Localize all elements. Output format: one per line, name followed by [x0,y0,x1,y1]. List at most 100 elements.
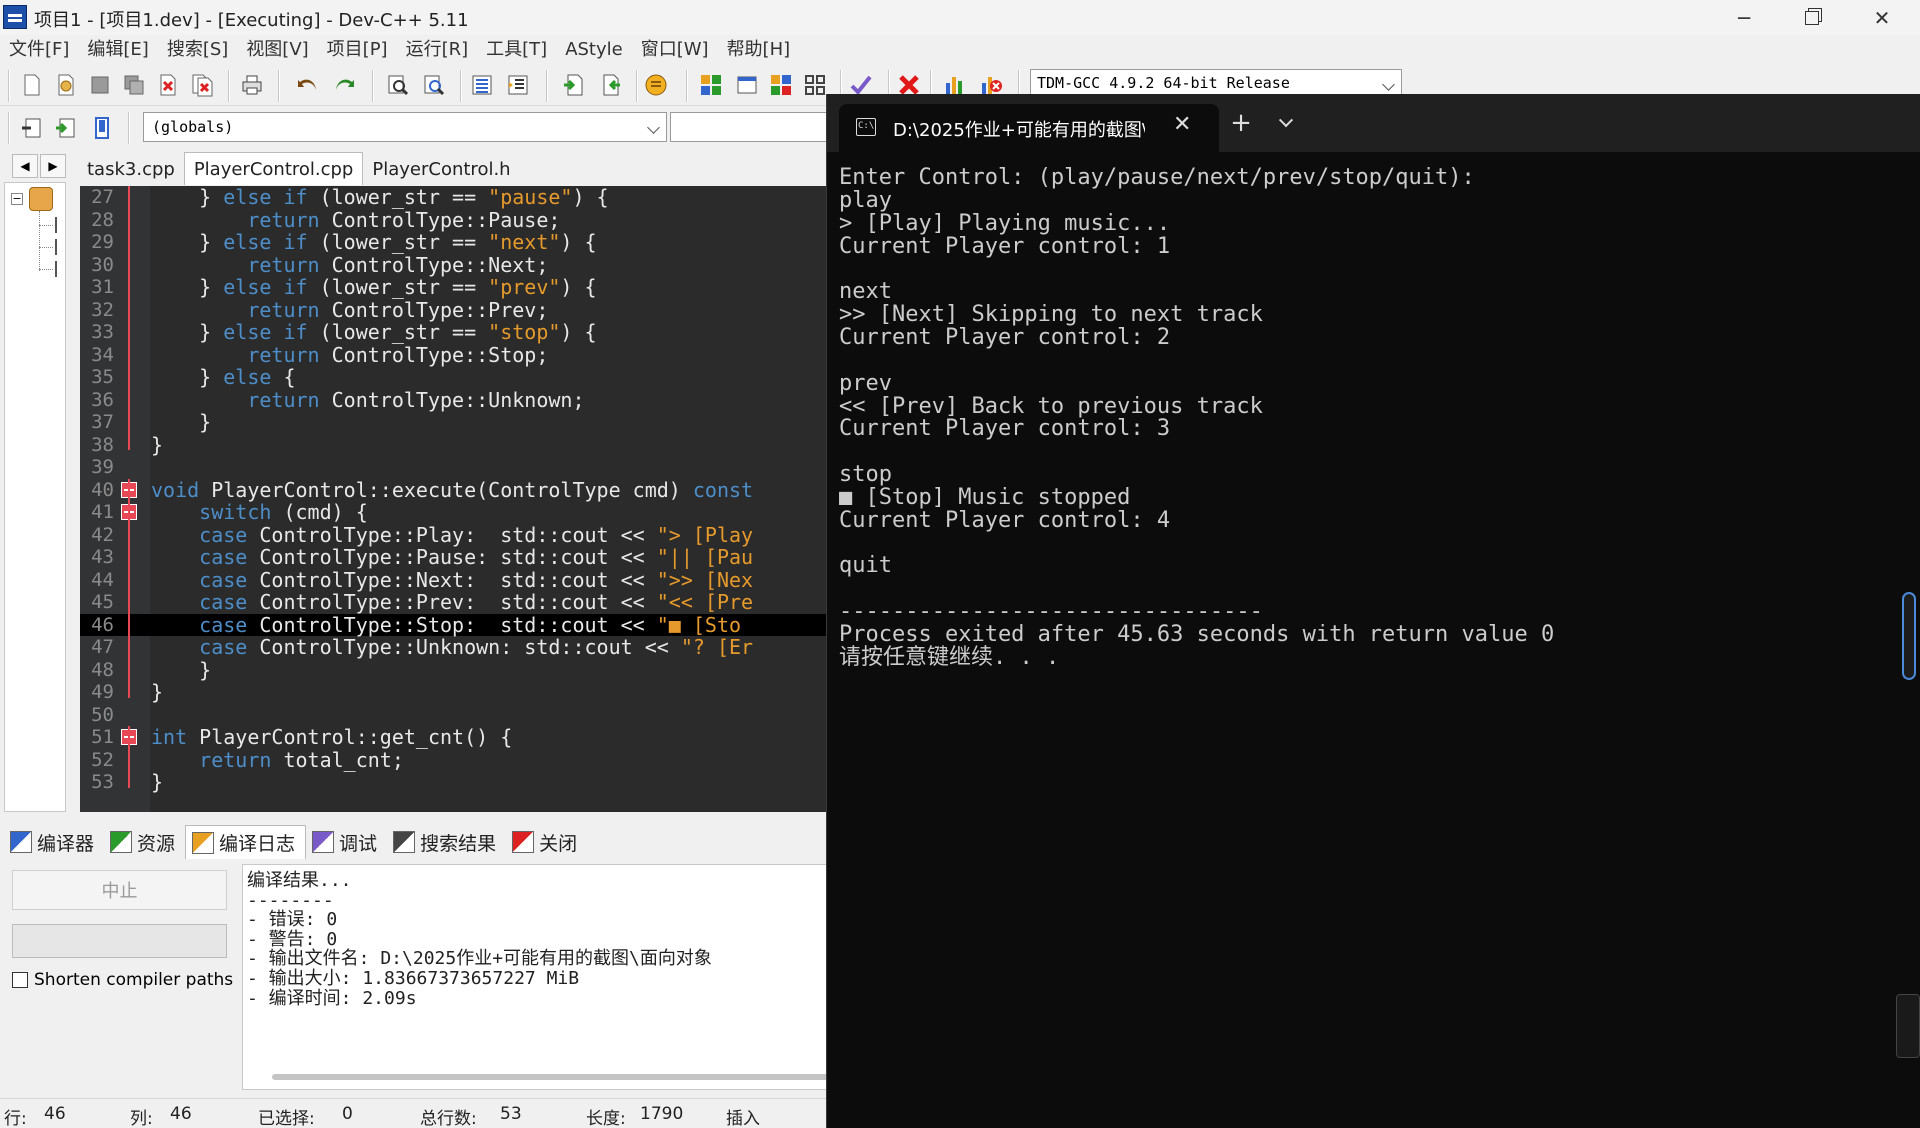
code-line[interactable]: 38} [80,433,832,457]
rebuild-all-button[interactable] [801,71,829,99]
goto-definition-button[interactable] [52,114,80,142]
code-token: ControlType::Stop: std::cout << [247,612,657,637]
code-line[interactable]: 45 case ControlType::Prev: std::cout << … [80,591,832,614]
replace-button[interactable] [420,71,448,99]
new-tab-button[interactable]: + [1221,108,1261,138]
code-line[interactable]: 34 return ControlType::Stop; [80,342,832,367]
open-file-button[interactable] [52,71,80,99]
close-window-button[interactable]: ✕ [1852,0,1912,35]
code-line[interactable]: 27 } else if (lower_str == "pause") { [80,186,832,209]
code-line[interactable]: 33 } else if (lower_str == "stop") { [80,321,832,344]
code-line[interactable]: 40 void PlayerControl::execute(ControlTyp… [80,478,832,502]
close-file-button[interactable] [154,71,182,99]
tree-node-icon[interactable] [55,239,65,255]
tree-node-icon[interactable] [55,261,65,277]
unindent-button[interactable] [504,71,532,99]
function-select[interactable] [670,112,830,142]
code-line[interactable]: 52 return total_cnt; [80,748,832,772]
print-button[interactable] [238,71,266,99]
browser-prev-button[interactable]: ◀ [12,154,38,178]
browser-next-button[interactable]: ▶ [40,154,66,178]
code-editor[interactable]: 27 } else if (lower_str == "pause") {28 … [80,186,832,812]
code-line[interactable]: 44 case ControlType::Next: std::cout << … [80,568,832,592]
status-sel-label: 已选择: [258,1109,315,1128]
menu-item[interactable]: 视图[V] [237,35,317,64]
add-to-project-button[interactable] [560,71,588,99]
shorten-paths-checkbox[interactable] [12,972,28,988]
code-line[interactable]: 43 case ControlType::Pause: std::cout <<… [80,546,832,569]
menu-item[interactable]: 项目[P] [318,35,397,64]
project-node-icon[interactable] [29,187,53,211]
save-all-button[interactable] [120,71,148,99]
code-line[interactable]: 46 case ControlType::Stop: std::cout << … [80,612,832,637]
code-line[interactable]: 51 int PlayerControl::get_cnt() { [80,726,832,749]
compile-run-button[interactable] [767,71,795,99]
bottom-tab[interactable]: 调试 [306,825,387,859]
code-line[interactable]: 39 [80,456,832,479]
remove-from-project-button[interactable] [596,71,624,99]
editor-tab[interactable]: task3.cpp [78,154,184,185]
abort-compile-button[interactable]: 中止 [12,870,227,910]
editor-tab[interactable]: PlayerControl.cpp [183,152,364,185]
terminal-scroll-handle[interactable] [1896,994,1920,1058]
menu-item[interactable]: 文件[F] [0,35,78,64]
close-all-button[interactable] [188,71,216,99]
code-keyword: return [247,342,320,367]
menu-item[interactable]: AStyle [556,35,632,64]
scope-select[interactable]: (globals) [143,112,667,142]
code-line[interactable]: 48 } [80,658,832,682]
code-line[interactable]: 42 case ControlType::Play: std::cout << … [80,523,832,547]
tree-node-icon[interactable] [55,217,65,233]
insert-snippet-button[interactable] [88,114,116,142]
bottom-tab[interactable]: 资源 [104,825,185,859]
project-options-button[interactable] [642,71,670,99]
code-line[interactable]: 49} [80,681,832,704]
code-line[interactable]: 50 [80,704,832,727]
maximize-button[interactable] [1782,0,1842,35]
menu-item[interactable]: 编辑[E] [78,35,157,64]
save-button[interactable] [86,71,114,99]
code-line[interactable]: 53} [80,771,832,794]
minimize-button[interactable]: ─ [1714,0,1774,35]
menu-item[interactable]: 窗口[W] [632,35,718,64]
code-line[interactable]: 28 return ControlType::Pause; [80,208,832,232]
tab-dropdown-button[interactable] [1269,108,1303,138]
run-button[interactable] [733,71,761,99]
code-line[interactable]: 36 return ControlType::Unknown; [80,388,832,412]
class-browser-tree[interactable]: − [4,182,66,812]
editor-tab[interactable]: PlayerControl.h [363,154,519,185]
code-line[interactable]: 41 switch (cmd) { [80,501,832,524]
terminal-window[interactable]: C:\ D:\2025作业+可能有用的截图\面向对象 ✕ + Enter Con… [826,94,1920,1128]
compile-log[interactable]: 编译结果... -------- - 错误: 0- 警告: 0- 输出文件名: D:… [242,864,834,1090]
shorten-paths-row[interactable]: Shorten compiler paths [12,968,233,992]
code-line[interactable]: 30 return ControlType::Next; [80,253,832,277]
menu-item[interactable]: 搜索[S] [158,35,237,64]
menu-item[interactable]: 工具[T] [477,35,556,64]
indent-button[interactable] [468,71,496,99]
code-line[interactable]: 37 } [80,411,832,434]
code-line[interactable]: 32 return ControlType::Prev; [80,298,832,322]
compile-log-scrollbar[interactable] [272,1074,832,1080]
compile-button[interactable] [697,71,725,99]
terminal-tab[interactable]: C:\ D:\2025作业+可能有用的截图\面向对象 ✕ [839,104,1219,152]
bottom-tab[interactable]: 搜索结果 [387,825,506,859]
code-line[interactable]: 35 } else { [80,366,832,389]
redo-button[interactable] [330,71,358,99]
close-tab-icon[interactable]: ✕ [1173,112,1191,137]
bottom-tab[interactable]: 编译器 [4,825,104,859]
plus-icon: + [1230,108,1252,138]
find-button[interactable] [384,71,412,99]
code-line[interactable]: 29 } else if (lower_str == "next") { [80,231,832,254]
menu-item[interactable]: 运行[R] [397,35,478,64]
goto-declaration-button[interactable] [18,114,46,142]
bottom-tab[interactable]: 编译日志 [185,825,307,859]
code-line[interactable]: 31 } else if (lower_str == "prev") { [80,276,832,299]
menu-item[interactable]: 帮助[H] [718,35,800,64]
new-file-button[interactable] [18,71,46,99]
bottom-tab[interactable]: 关闭 [506,825,587,859]
undo-button[interactable] [294,71,322,99]
code-text: return ControlType::Stop; [151,342,548,367]
tree-collapse-toggle[interactable]: − [11,193,23,205]
code-line[interactable]: 47 case ControlType::Unknown: std::cout … [80,636,832,659]
terminal-scrollbar[interactable] [1902,592,1916,680]
